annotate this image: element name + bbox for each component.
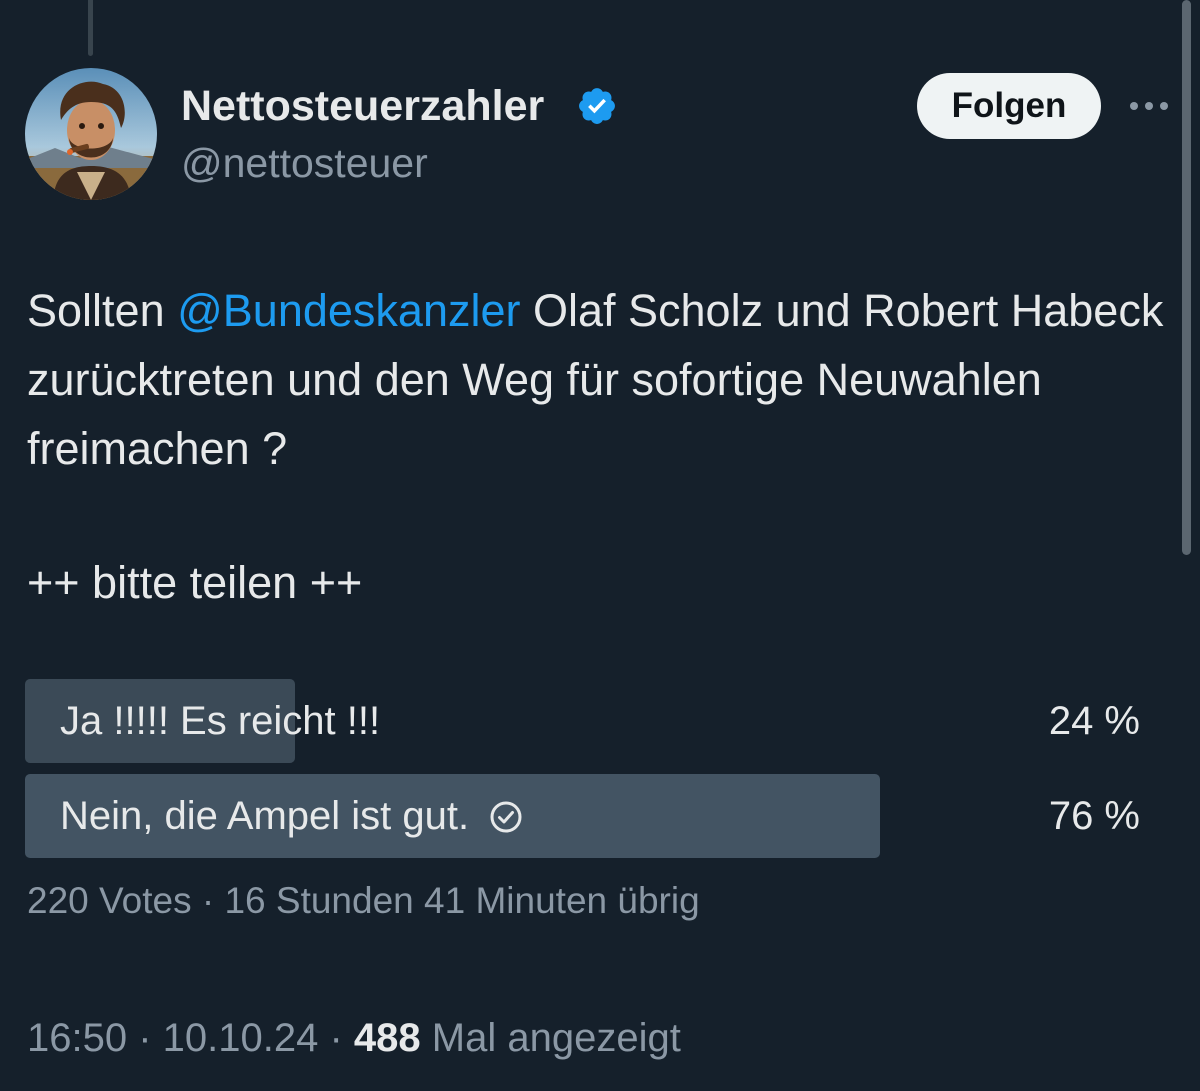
tweet-time[interactable]: 16:50 bbox=[27, 1016, 127, 1060]
footer-separator: · bbox=[318, 1016, 354, 1060]
user-handle[interactable]: @nettosteuer bbox=[181, 140, 428, 187]
poll-option-percent: 24 % bbox=[1048, 698, 1140, 743]
avatar-image bbox=[25, 68, 157, 200]
thread-connector-line bbox=[88, 0, 93, 56]
tweet-text-before: Sollten bbox=[27, 285, 178, 336]
verified-badge-icon[interactable] bbox=[576, 85, 618, 127]
poll-option-1[interactable]: Ja !!!!! Es reicht !!! 24 % bbox=[25, 679, 1150, 763]
poll-meta: 220 Votes · 16 Stunden 41 Minuten übrig bbox=[27, 880, 700, 921]
footer-separator: · bbox=[127, 1016, 163, 1060]
tweet-cta-text: ++ bitte teilen ++ bbox=[27, 557, 363, 608]
poll-option-label: Ja !!!!! Es reicht !!! bbox=[60, 698, 381, 743]
tweet-date[interactable]: 10.10.24 bbox=[163, 1016, 319, 1060]
views-count: 488 bbox=[353, 1016, 421, 1060]
scrollbar[interactable] bbox=[1182, 0, 1191, 555]
poll-option-percent: 76 % bbox=[1048, 793, 1140, 838]
check-circle-icon bbox=[489, 799, 523, 833]
poll-option-label: Nein, die Ampel ist gut. bbox=[60, 793, 470, 838]
follow-button[interactable]: Folgen bbox=[917, 73, 1101, 139]
poll-option-2[interactable]: Nein, die Ampel ist gut. 76 % bbox=[25, 774, 1150, 858]
display-name[interactable]: Nettosteuerzahler bbox=[181, 82, 544, 131]
poll-option-label-wrap: Nein, die Ampel ist gut. bbox=[60, 774, 523, 858]
more-dots-icon[interactable] bbox=[1124, 88, 1174, 124]
avatar[interactable] bbox=[25, 68, 157, 200]
tweet-footer: 16:50 · 10.10.24 · 488 Mal angezeigt bbox=[27, 1016, 681, 1061]
tweet-text: Sollten @Bundeskanzler Olaf Scholz und R… bbox=[27, 276, 1167, 483]
mention-link[interactable]: @Bundeskanzler bbox=[177, 285, 520, 336]
views-label: Mal angezeigt bbox=[431, 1016, 681, 1060]
